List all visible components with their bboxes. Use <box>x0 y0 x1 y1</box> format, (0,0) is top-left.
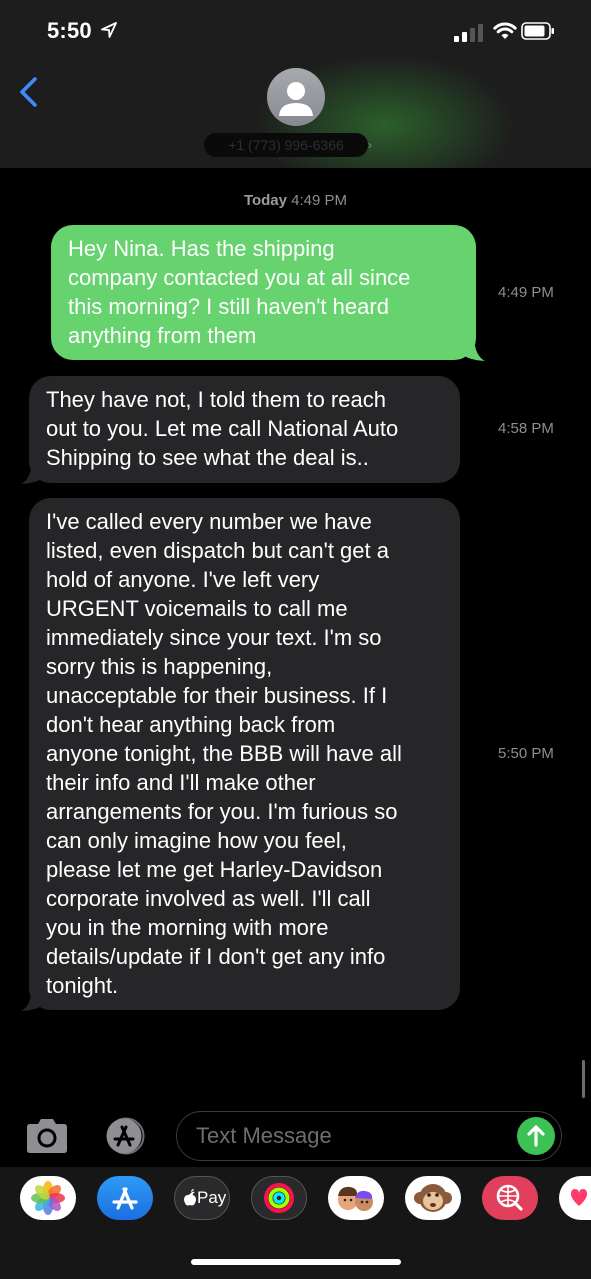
arrow-up-icon <box>527 1125 545 1147</box>
send-button[interactable] <box>517 1117 555 1155</box>
received-bubble-tail <box>21 461 46 484</box>
message-line: details/update if I don't get any info <box>46 944 386 969</box>
globe-search-icon <box>496 1184 523 1211</box>
message-line: hold of anyone. I've left very <box>46 567 320 592</box>
scrollbar[interactable] <box>582 1060 585 1098</box>
message-line: listed, even dispatch but can't get a <box>46 538 389 563</box>
message-line: corporate involved as well. I'll call <box>46 886 371 911</box>
message-line: their info and I'll make other <box>46 770 316 795</box>
message-line: tonight. <box>46 973 119 998</box>
photos-app[interactable] <box>20 1176 76 1220</box>
message-time: 4:58 PM <box>498 420 554 437</box>
home-indicator[interactable] <box>191 1259 401 1265</box>
contact-avatar[interactable] <box>267 68 325 126</box>
person-silhouette-icon <box>279 82 313 116</box>
sent-message-bubble[interactable]: Hey Nina. Has the shipping company conta… <box>51 225 476 360</box>
message-line: can only imagine how you feel, <box>46 828 347 853</box>
app-store-a-icon <box>112 1187 138 1210</box>
wifi-icon <box>493 22 517 39</box>
message-line: Shipping to see what the deal is.. <box>46 445 369 470</box>
apple-pay-label: Pay <box>197 1188 227 1207</box>
message-line: immediately since your text. I'm so <box>46 625 382 650</box>
conversation-header: 5:50 +1 (773) 996-6366 › <box>0 0 591 168</box>
message-line: don't hear anything back from <box>46 712 336 737</box>
memoji-faces-icon <box>338 1186 373 1211</box>
message-line: I've called every number we have <box>46 509 372 534</box>
location-arrow-icon <box>101 22 117 38</box>
message-line: anyone tonight, the BBB will have all <box>46 741 402 766</box>
message-line: you in the morning with more <box>46 915 329 940</box>
date-label: Today <box>243 192 287 209</box>
message-line: sorry this is happening, <box>46 654 273 679</box>
message-time: 4:49 PM <box>498 284 554 301</box>
message-line: They have not, I told them to reach <box>46 387 386 412</box>
received-bubble-tail <box>21 988 46 1011</box>
contact-chevron-icon[interactable]: › <box>368 138 372 152</box>
cellular-signal-icon <box>454 24 483 42</box>
message-line: anything from them <box>68 323 257 348</box>
activity-rings-icon <box>264 1183 294 1213</box>
image-search-app[interactable] <box>482 1176 538 1220</box>
monkey-icon <box>414 1184 452 1212</box>
battery-icon <box>521 22 554 40</box>
camera-icon[interactable] <box>24 1118 70 1154</box>
text-message-input[interactable]: Text Message <box>176 1111 562 1161</box>
message-line: URGENT voicemails to call me <box>46 596 348 621</box>
photos-icon <box>31 1181 65 1215</box>
message-time: 5:50 PM <box>498 745 554 762</box>
received-message-bubble[interactable]: I've called every number we have listed,… <box>29 498 460 1010</box>
message-line: company contacted you at all since <box>68 265 411 290</box>
received-message-bubble[interactable]: They have not, I told them to reach out … <box>29 376 460 483</box>
app-store-icon[interactable] <box>99 1116 153 1156</box>
message-line: out to you. Let me call National Auto <box>46 416 399 441</box>
back-chevron-icon[interactable] <box>14 74 44 110</box>
contact-name[interactable]: +1 (773) 996-6366 <box>204 133 368 157</box>
conversation-timestamp: Today 4:49 PM <box>0 192 591 209</box>
message-line: please let me get Harley-Davidson <box>46 857 383 882</box>
app-store-app[interactable] <box>97 1176 153 1220</box>
memoji-app[interactable] <box>328 1176 384 1220</box>
activity-app[interactable] <box>251 1176 307 1220</box>
message-line: arrangements for you. I'm furious so <box>46 799 398 824</box>
apple-pay-app[interactable]: Pay <box>174 1176 230 1220</box>
animoji-app[interactable] <box>405 1176 461 1220</box>
date-time: 4:49 PM <box>291 192 348 209</box>
status-time: 5:50 <box>47 18 92 43</box>
message-line: Hey Nina. Has the shipping <box>68 236 335 261</box>
message-line: unacceptable for their business. If I <box>46 683 388 708</box>
apple-logo-icon <box>184 1189 196 1206</box>
message-line: this morning? I still haven't heard <box>68 294 389 319</box>
sent-bubble-tail <box>460 338 485 361</box>
